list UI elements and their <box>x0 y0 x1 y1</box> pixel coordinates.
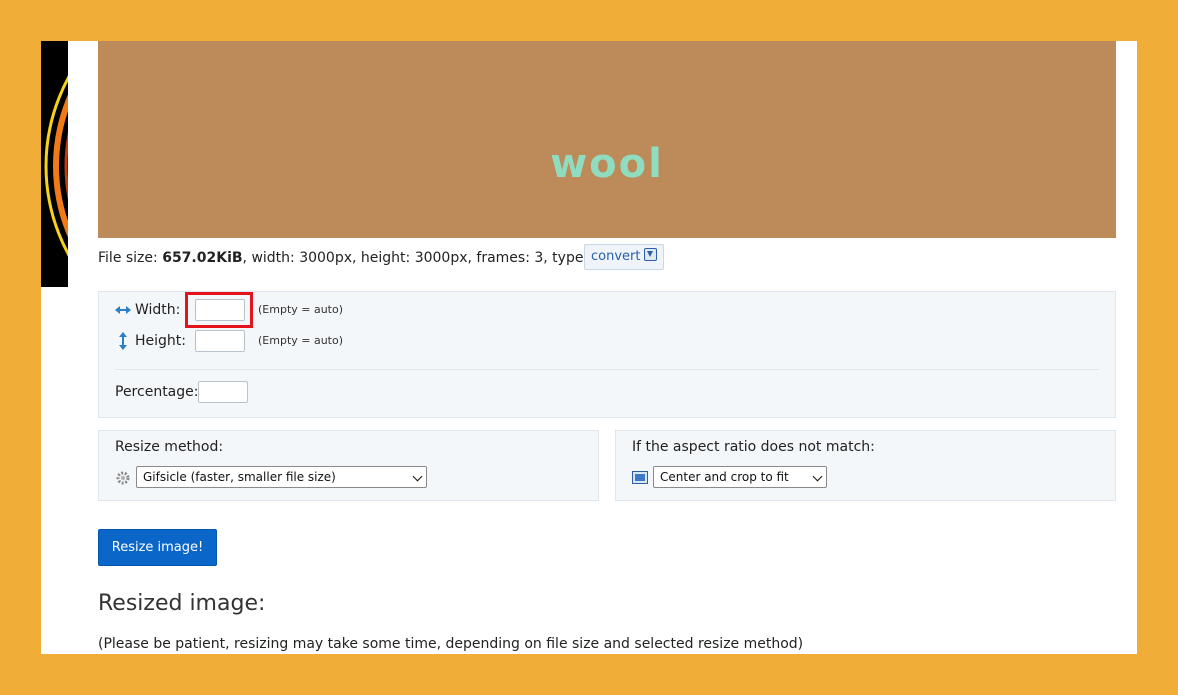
height-hint: (Empty = auto) <box>258 334 344 347</box>
resize-method-panel: Resize method: Gifsicle (faster, smaller… <box>98 430 599 501</box>
gear-icon <box>116 471 130 485</box>
file-info: File size: 657.02KiB, width: 3000px, hei… <box>98 245 610 271</box>
resize-image-button[interactable]: Resize image! <box>98 529 217 566</box>
picture-frame-icon <box>632 471 648 484</box>
file-size-value: 657.02KiB <box>162 250 243 266</box>
page-frame: wool File size: 657.02KiB, width: 3000px… <box>41 41 1137 654</box>
resized-image-heading: Resized image: <box>98 591 266 616</box>
aspect-ratio-selected: Center and crop to fit <box>660 470 789 484</box>
width-input-highlight <box>185 292 253 328</box>
resize-method-select[interactable]: Gifsicle (faster, smaller file size) <box>136 466 427 488</box>
download-icon <box>644 248 658 261</box>
vertical-arrows-icon <box>119 332 127 350</box>
panel-divider <box>115 369 1099 370</box>
file-info-details: , width: 3000px, height: 3000px, frames:… <box>242 250 611 266</box>
aspect-ratio-panel: If the aspect ratio does not match: Cent… <box>615 430 1116 501</box>
image-preview: wool <box>98 41 1116 238</box>
side-decorative-image <box>41 41 68 287</box>
resize-method-title: Resize method: <box>115 439 224 455</box>
width-hint: (Empty = auto) <box>258 303 344 316</box>
aspect-ratio-title: If the aspect ratio does not match: <box>632 439 875 455</box>
horizontal-arrows-icon <box>115 306 131 314</box>
dimensions-panel: Width: (Empty = auto) Height: (Empty = a… <box>98 291 1116 418</box>
height-row: Height: (Empty = auto) <box>115 330 515 356</box>
resize-method-selected: Gifsicle (faster, smaller file size) <box>143 470 336 484</box>
resize-patience-note: (Please be patient, resizing may take so… <box>98 636 804 652</box>
height-label: Height: <box>135 333 186 349</box>
chevron-down-icon <box>412 471 423 482</box>
width-row: Width: (Empty = auto) <box>115 299 515 325</box>
chevron-down-icon <box>812 471 823 482</box>
percentage-input[interactable] <box>198 381 248 403</box>
preview-image-text: wool <box>550 141 664 187</box>
percentage-row: Percentage: <box>115 381 415 407</box>
aspect-ratio-select[interactable]: Center and crop to fit <box>653 466 827 488</box>
percentage-label: Percentage: <box>115 384 199 400</box>
file-size-label: File size: <box>98 250 163 266</box>
height-input[interactable] <box>195 330 245 352</box>
width-label: Width: <box>135 302 181 318</box>
convert-button[interactable]: convert <box>584 244 665 270</box>
convert-label: convert <box>591 249 641 264</box>
